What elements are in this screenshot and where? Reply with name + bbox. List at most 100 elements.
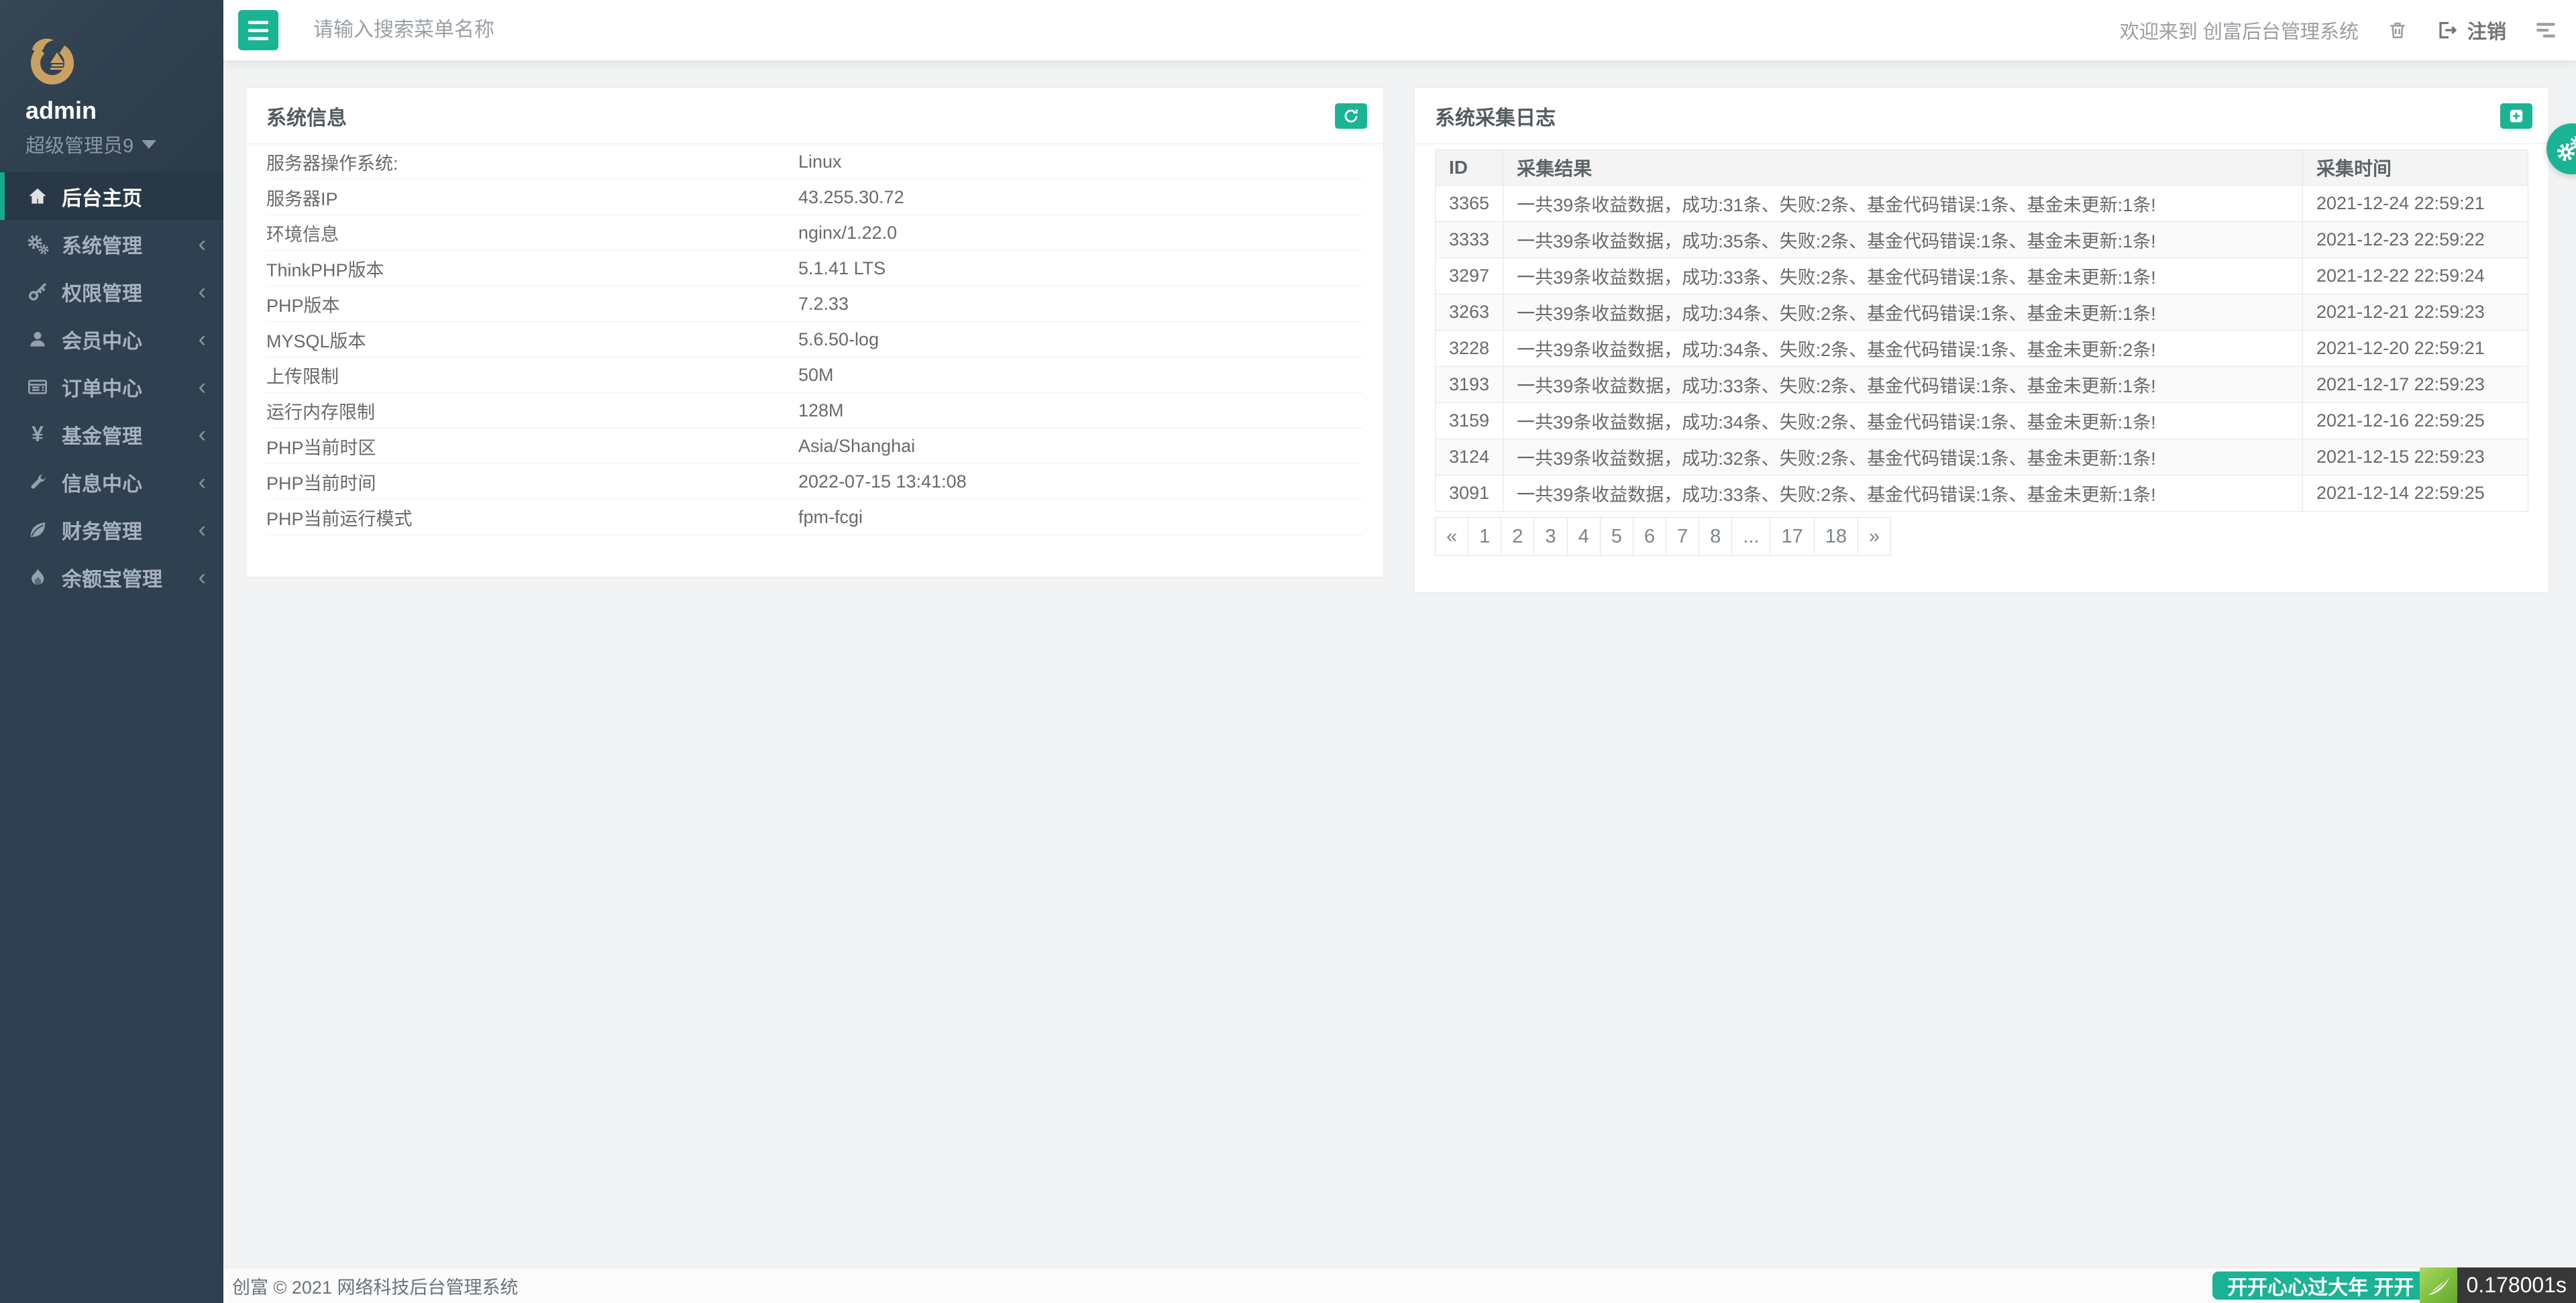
page-2[interactable]: 2 (1501, 517, 1535, 556)
sidebar-item-finance[interactable]: 财务管理 ‹ (0, 506, 223, 553)
main-area: 欢迎来到 创富后台管理系统 注销 系统信息 (223, 0, 2576, 1303)
cell-result: 一共39条收益数据，成功:32条、失败:2条、基金代码错误:1条、基金未更新:1… (1503, 439, 2303, 475)
wrench-icon (25, 472, 50, 492)
user-role-dropdown[interactable]: 超级管理员9 (25, 130, 223, 158)
page-17[interactable]: 17 (1770, 517, 1815, 556)
sidebar-item-yuebao[interactable]: 余额宝管理 ‹ (0, 553, 223, 601)
sidebar: admin 超级管理员9 后台主页 系统管理 ‹ 权限管理 ‹ 会员中心 ‹ 订… (0, 0, 223, 1303)
cell-id: 3228 (1434, 330, 1504, 367)
sidebar-item-members[interactable]: 会员中心 ‹ (0, 315, 223, 363)
page-5[interactable]: 5 (1599, 517, 1633, 556)
cell-time: 2021-12-17 22:59:23 (2302, 366, 2528, 403)
info-label: 运行内存限制 (266, 402, 375, 422)
system-info-header: 系统信息 (246, 88, 1383, 144)
cell-result: 一共39条收益数据，成功:33条、失败:2条、基金代码错误:1条、基金未更新:1… (1503, 475, 2303, 512)
trash-icon[interactable] (2387, 19, 2408, 41)
page-8[interactable]: 8 (1699, 517, 1733, 556)
sidebar-item-label: 余额宝管理 (62, 568, 162, 591)
logout-button[interactable]: 注销 (2436, 16, 2506, 44)
info-row: 服务器IP 43.255.30.72 (266, 180, 1363, 215)
chevron-left-icon: ‹ (198, 516, 206, 543)
brand-dragon-logo (25, 34, 78, 86)
sidebar-item-label: 信息中心 (62, 473, 142, 496)
info-row: PHP版本 7.2.33 (266, 286, 1363, 322)
refresh-button[interactable] (1335, 103, 1367, 129)
col-header-result: 采集结果 (1503, 150, 2303, 186)
sidebar-item-funds[interactable]: ¥ 基金管理 ‹ (0, 410, 223, 458)
info-row: 上传限制 50M (266, 357, 1363, 393)
page-prev[interactable]: « (1435, 517, 1469, 556)
panel-title: 系统采集日志 (1435, 107, 1556, 129)
content-region: 系统信息 服务器操作系统: Linux 服务器IP 43.255.30.72 环境信… (223, 60, 2576, 1267)
pagination: « 1 2 3 4 5 6 7 8 ... 17 18 » (1435, 517, 2528, 556)
info-value: nginx/1.22.0 (798, 222, 898, 243)
cell-id: 3263 (1434, 294, 1504, 331)
page-7[interactable]: 7 (1665, 517, 1700, 556)
info-value: 50M (798, 364, 834, 385)
top-navbar: 欢迎来到 创富后台管理系统 注销 (223, 0, 2576, 60)
cell-time: 2021-12-21 22:59:23 (2302, 294, 2528, 331)
col-header-id: ID (1434, 150, 1504, 186)
info-value: Asia/Shanghai (798, 435, 916, 456)
info-value: 2022-07-15 13:41:08 (798, 471, 967, 492)
system-info-panel: 系统信息 服务器操作系统: Linux 服务器IP 43.255.30.72 环境信… (246, 87, 1384, 577)
table-row: 3228 一共39条收益数据，成功:34条、失败:2条、基金代码错误:1条、基金未… (1434, 330, 2528, 367)
collect-log-body: ID 采集结果 采集时间 3365 一共39条收益数据，成功:31条、失败:2条、… (1415, 144, 2548, 592)
table-row: 3091 一共39条收益数据，成功:33条、失败:2条、基金代码错误:1条、基金未… (1434, 475, 2528, 512)
page-18[interactable]: 18 (1813, 517, 1858, 556)
cell-time: 2021-12-22 22:59:24 (2302, 258, 2528, 294)
info-label: 服务器操作系统: (266, 153, 398, 174)
sidebar-toggle-button[interactable] (238, 10, 278, 50)
cell-time: 2021-12-20 22:59:21 (2302, 330, 2528, 367)
sidebar-user-block: admin 超级管理员9 (0, 0, 223, 172)
theme-settings-fab[interactable] (2546, 123, 2576, 174)
info-row: PHP当前运行模式 fpm-fcgi (266, 500, 1363, 535)
cell-id: 3333 (1434, 221, 1504, 258)
info-label: 环境信息 (266, 224, 339, 245)
page-6[interactable]: 6 (1632, 517, 1666, 556)
table-row: 3124 一共39条收益数据，成功:32条、失败:2条、基金代码错误:1条、基金未… (1434, 439, 2528, 475)
cell-id: 3124 (1434, 439, 1504, 475)
sidebar-item-label: 基金管理 (62, 425, 142, 448)
yen-icon: ¥ (32, 422, 44, 446)
table-row: 3159 一共39条收益数据，成功:34条、失败:2条、基金代码错误:1条、基金未… (1434, 402, 2528, 439)
chevron-left-icon: ‹ (198, 374, 206, 400)
table-row: 3193 一共39条收益数据，成功:33条、失败:2条、基金代码错误:1条、基金未… (1434, 366, 2528, 403)
info-row: MYSQL版本 5.6.50-log (266, 322, 1363, 357)
list-icon[interactable] (2534, 20, 2557, 40)
page-next[interactable]: » (1857, 517, 1892, 556)
col-header-time: 采集时间 (2302, 150, 2528, 186)
cell-id: 3365 (1434, 185, 1504, 222)
info-row: 服务器操作系统: Linux (266, 144, 1363, 180)
chevron-left-icon: ‹ (198, 421, 206, 447)
sidebar-item-orders[interactable]: 订单中心 ‹ (0, 363, 223, 410)
sidebar-item-label: 系统管理 (62, 235, 142, 258)
info-row: PHP当前时间 2022-07-15 13:41:08 (266, 464, 1363, 500)
sidebar-item-info[interactable]: 信息中心 ‹ (0, 458, 223, 506)
sign-out-icon (2439, 21, 2457, 39)
page-1[interactable]: 1 (1468, 517, 1502, 556)
sidebar-item-permissions[interactable]: 权限管理 ‹ (0, 268, 223, 315)
thinkphp-logo[interactable] (2419, 1267, 2457, 1303)
add-button[interactable] (2500, 103, 2532, 129)
page-4[interactable]: 4 (1566, 517, 1601, 556)
sidebar-item-home[interactable]: 后台主页 (0, 172, 223, 220)
cell-time: 2021-12-14 22:59:25 (2302, 475, 2528, 512)
refresh-icon (1344, 109, 1358, 122)
menu-search-input[interactable] (313, 19, 796, 42)
chevron-left-icon: ‹ (198, 469, 206, 495)
sidebar-item-system[interactable]: 系统管理 ‹ (0, 220, 223, 268)
info-label: PHP当前运行模式 (266, 508, 413, 529)
debug-message-badge: 开开心心过大年 开开 (2212, 1271, 2455, 1300)
key-icon (25, 281, 50, 302)
cell-result: 一共39条收益数据，成功:33条、失败:2条、基金代码错误:1条、基金未更新:1… (1503, 366, 2303, 403)
welcome-text: 欢迎来到 创富后台管理系统 (2119, 21, 2359, 43)
cell-result: 一共39条收益数据，成功:34条、失败:2条、基金代码错误:1条、基金未更新:1… (1503, 402, 2303, 439)
order-list-icon (25, 376, 50, 398)
info-value: 5.1.41 LTS (798, 258, 886, 278)
info-value: fpm-fcgi (798, 506, 863, 527)
page-3[interactable]: 3 (1534, 517, 1568, 556)
page-ellipsis: ... (1731, 517, 1771, 556)
table-row: 3263 一共39条收益数据，成功:34条、失败:2条、基金代码错误:1条、基金未… (1434, 294, 2528, 331)
system-info-table: 服务器操作系统: Linux 服务器IP 43.255.30.72 环境信息 ngin… (266, 144, 1363, 535)
